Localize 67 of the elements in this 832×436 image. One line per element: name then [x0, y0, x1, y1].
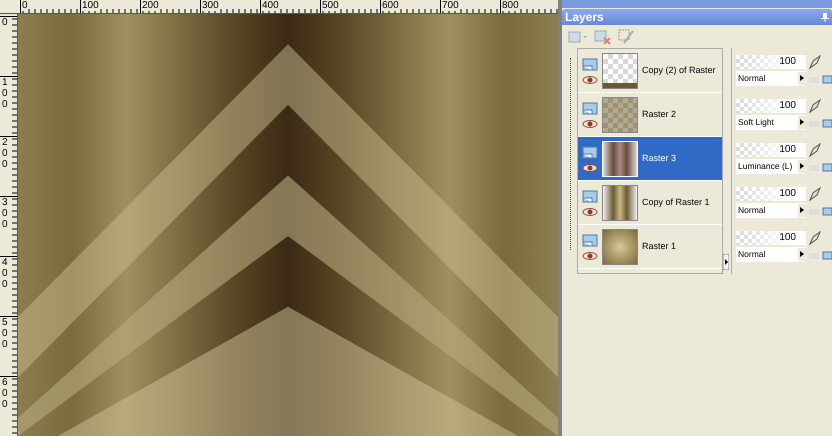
- blend-mode-value: Soft Light: [738, 116, 774, 128]
- layer-name: Raster 2: [642, 108, 676, 121]
- ruler-label: 500: [321, 0, 339, 11]
- ruler-label: 700: [441, 0, 459, 11]
- layer-name: Copy (2) of Raster: [642, 64, 716, 77]
- layer-row[interactable]: Copy (2) of Raster: [578, 49, 722, 93]
- layer-row[interactable]: Raster 2: [578, 93, 722, 137]
- blend-mode-value: Normal: [738, 204, 766, 216]
- opacity-field[interactable]: 100: [736, 54, 806, 68]
- brush-icon[interactable]: [808, 186, 822, 200]
- eye-icon[interactable]: [582, 164, 598, 172]
- expand-arrow-icon[interactable]: [723, 254, 729, 270]
- ruler-label: 800: [501, 0, 519, 11]
- blend-mode-dropdown[interactable]: Normal: [736, 70, 806, 86]
- layer-icon: [582, 146, 598, 160]
- blend-mode-dropdown[interactable]: Luminance (L): [736, 158, 806, 174]
- pin-icon[interactable]: [821, 12, 829, 22]
- layer-icon: [582, 58, 598, 72]
- layer-name: Raster 1: [642, 240, 676, 253]
- ruler-label: 0: [21, 0, 28, 11]
- brush-icon[interactable]: [808, 142, 822, 156]
- brush-icon[interactable]: [808, 230, 822, 244]
- layer-thumbnail: [602, 228, 638, 264]
- ruler-label: 100: [81, 0, 99, 11]
- blend-mode-dropdown[interactable]: Normal: [736, 202, 806, 218]
- ruler-label: 300: [201, 0, 219, 11]
- opacity-field[interactable]: 100: [736, 98, 806, 112]
- ruler-label: 0: [0, 17, 10, 28]
- eye-icon[interactable]: [582, 76, 598, 84]
- blend-mode-dropdown[interactable]: Soft Light: [736, 114, 806, 130]
- layer-icon: [582, 234, 598, 248]
- ruler-label: 300: [0, 197, 10, 230]
- layer-thumbnail: [602, 52, 638, 88]
- opacity-field[interactable]: 100: [736, 230, 806, 244]
- blend-mode-value: Normal: [738, 248, 766, 260]
- eye-icon[interactable]: [582, 208, 598, 216]
- layer-row[interactable]: Copy of Raster 1: [578, 181, 722, 225]
- delete-layer-icon[interactable]: [594, 28, 612, 44]
- ruler-label: 600: [381, 0, 399, 11]
- new-layer-icon[interactable]: [568, 30, 588, 44]
- layer-row[interactable]: Raster 3: [578, 137, 722, 181]
- palette-title: Layers: [565, 10, 604, 24]
- eye-icon[interactable]: [582, 252, 598, 260]
- layer-thumbnail: [602, 96, 638, 132]
- blend-mode-value: Normal: [738, 72, 766, 84]
- ruler-label: 200: [0, 137, 10, 170]
- blend-mode-value: Luminance (L): [738, 160, 792, 172]
- layer-thumbnail: [602, 184, 638, 220]
- layer-icon: [582, 190, 598, 204]
- ruler-label: 400: [261, 0, 279, 11]
- ruler-label: 400: [0, 257, 10, 290]
- layer-row[interactable]: Raster 1: [578, 225, 722, 269]
- blend-mode-dropdown[interactable]: Normal: [736, 246, 806, 262]
- layer-thumbnail: [602, 140, 638, 176]
- layer-icon: [582, 102, 598, 116]
- layer-name: Raster 3: [642, 152, 676, 165]
- eye-icon[interactable]: [582, 120, 598, 128]
- ruler-label: 200: [141, 0, 159, 11]
- ruler-label: 100: [0, 77, 10, 110]
- brush-icon[interactable]: [808, 98, 822, 112]
- brush-icon[interactable]: [808, 54, 822, 68]
- ruler-label: 600: [0, 377, 10, 410]
- layer-name: Copy of Raster 1: [642, 196, 710, 209]
- opacity-field[interactable]: 100: [736, 142, 806, 156]
- ruler-label: 500: [0, 317, 10, 350]
- mask-icon[interactable]: [618, 28, 634, 44]
- opacity-field[interactable]: 100: [736, 186, 806, 200]
